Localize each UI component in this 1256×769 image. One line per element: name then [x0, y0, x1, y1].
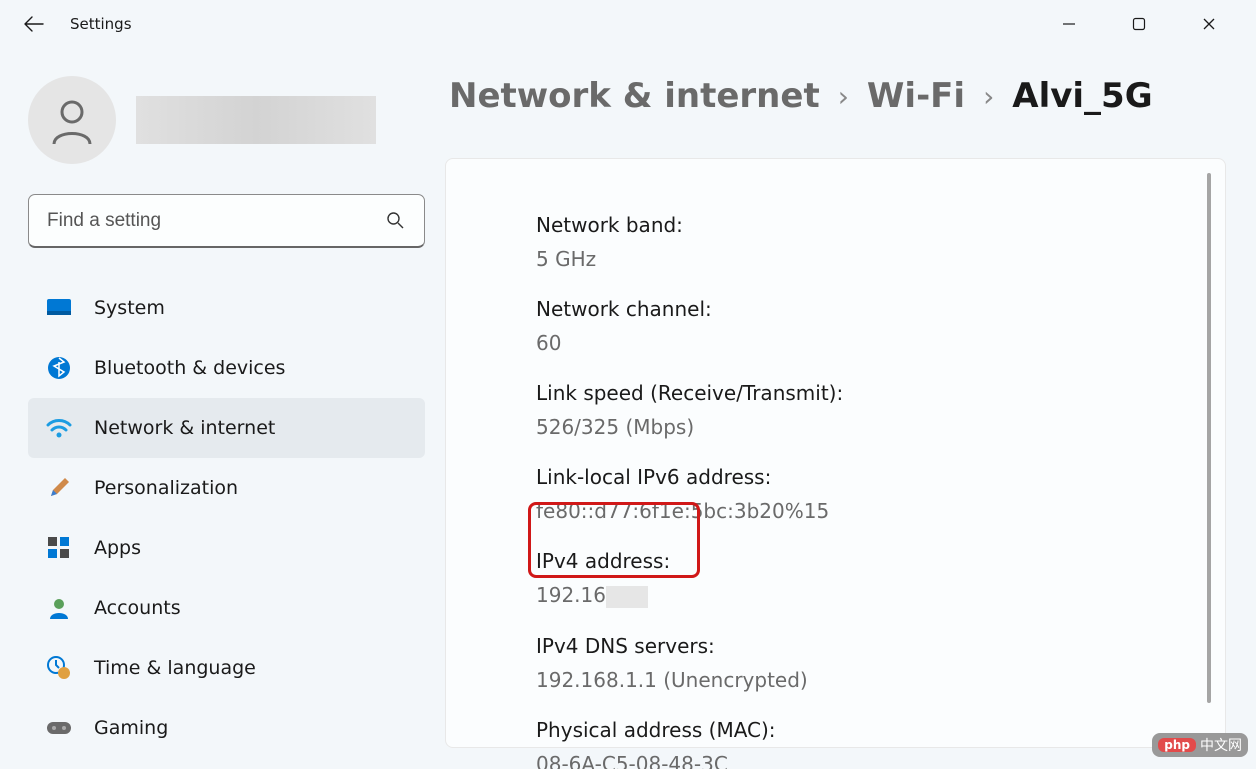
wifi-icon	[46, 415, 72, 441]
network-channel-value: 60	[536, 331, 1225, 355]
ipv6-label: Link-local IPv6 address:	[536, 465, 1225, 489]
search-icon	[386, 211, 406, 231]
monitor-icon	[46, 295, 72, 321]
network-band-label: Network band:	[536, 213, 1225, 237]
search-box[interactable]	[28, 194, 425, 248]
dns-label: IPv4 DNS servers:	[536, 634, 1225, 658]
gamepad-icon	[46, 715, 72, 741]
breadcrumb: Network & internet › Wi-Fi › Alvi_5G	[449, 76, 1226, 116]
sidebar-item-apps[interactable]: Apps	[28, 518, 425, 578]
app-title: Settings	[70, 15, 132, 33]
sidebar-item-label: Accounts	[94, 597, 181, 619]
window-controls	[1034, 4, 1244, 44]
profile-name	[136, 96, 376, 144]
watermark-text: 中文网	[1200, 735, 1242, 755]
network-band-value: 5 GHz	[536, 247, 1225, 271]
sidebar-item-bluetooth[interactable]: Bluetooth & devices	[28, 338, 425, 398]
titlebar: Settings	[0, 0, 1256, 48]
bluetooth-icon	[46, 355, 72, 381]
chevron-right-icon: ›	[983, 80, 994, 113]
chevron-right-icon: ›	[838, 80, 849, 113]
watermark: php 中文网	[1152, 733, 1248, 757]
sidebar-item-label: Network & internet	[94, 417, 275, 439]
details-panel: Network band: 5 GHz Network channel: 60 …	[445, 158, 1226, 748]
link-speed-label: Link speed (Receive/Transmit):	[536, 381, 1225, 405]
close-button[interactable]	[1174, 4, 1244, 44]
sidebar-item-personalization[interactable]: Personalization	[28, 458, 425, 518]
sidebar-item-label: Personalization	[94, 477, 238, 499]
person-icon	[46, 595, 72, 621]
sidebar-item-time[interactable]: Time & language	[28, 638, 425, 698]
apps-icon	[46, 535, 72, 561]
link-speed-value: 526/325 (Mbps)	[536, 415, 1225, 439]
breadcrumb-current: Alvi_5G	[1012, 76, 1152, 116]
sidebar-item-gaming[interactable]: Gaming	[28, 698, 425, 758]
sidebar-item-label: Bluetooth & devices	[94, 357, 285, 379]
redacted-value	[606, 586, 648, 608]
mac-value: 08-6A-C5-08-48-3C	[536, 752, 1225, 769]
brush-icon	[46, 475, 72, 501]
sidebar-item-label: System	[94, 297, 165, 319]
sidebar-item-accounts[interactable]: Accounts	[28, 578, 425, 638]
avatar	[28, 76, 116, 164]
breadcrumb-wifi[interactable]: Wi-Fi	[867, 76, 965, 116]
back-button[interactable]	[24, 14, 44, 34]
content-scrollbar[interactable]	[1207, 173, 1211, 703]
sidebar-item-network[interactable]: Network & internet	[28, 398, 425, 458]
content-area: Network & internet › Wi-Fi › Alvi_5G Net…	[445, 48, 1256, 769]
nav-list: System Bluetooth & devices Network & int…	[28, 278, 425, 758]
watermark-badge: php	[1158, 738, 1196, 752]
ipv4-value: 192.16	[536, 583, 1225, 608]
ipv6-value: fe80::d77:6f1e:5bc:3b20%15	[536, 499, 1225, 523]
sidebar-item-label: Apps	[94, 537, 141, 559]
search-input[interactable]	[47, 210, 386, 232]
network-channel-label: Network channel:	[536, 297, 1225, 321]
mac-label: Physical address (MAC):	[536, 718, 1225, 742]
dns-value: 192.168.1.1 (Unencrypted)	[536, 668, 1225, 692]
sidebar-item-label: Gaming	[94, 717, 168, 739]
clock-globe-icon	[46, 655, 72, 681]
sidebar-item-system[interactable]: System	[28, 278, 425, 338]
profile-section[interactable]	[28, 76, 425, 164]
maximize-button[interactable]	[1104, 4, 1174, 44]
breadcrumb-network[interactable]: Network & internet	[449, 76, 820, 116]
minimize-button[interactable]	[1034, 4, 1104, 44]
ipv4-label: IPv4 address:	[536, 549, 1225, 573]
sidebar: System Bluetooth & devices Network & int…	[0, 48, 445, 769]
sidebar-item-label: Time & language	[94, 657, 256, 679]
